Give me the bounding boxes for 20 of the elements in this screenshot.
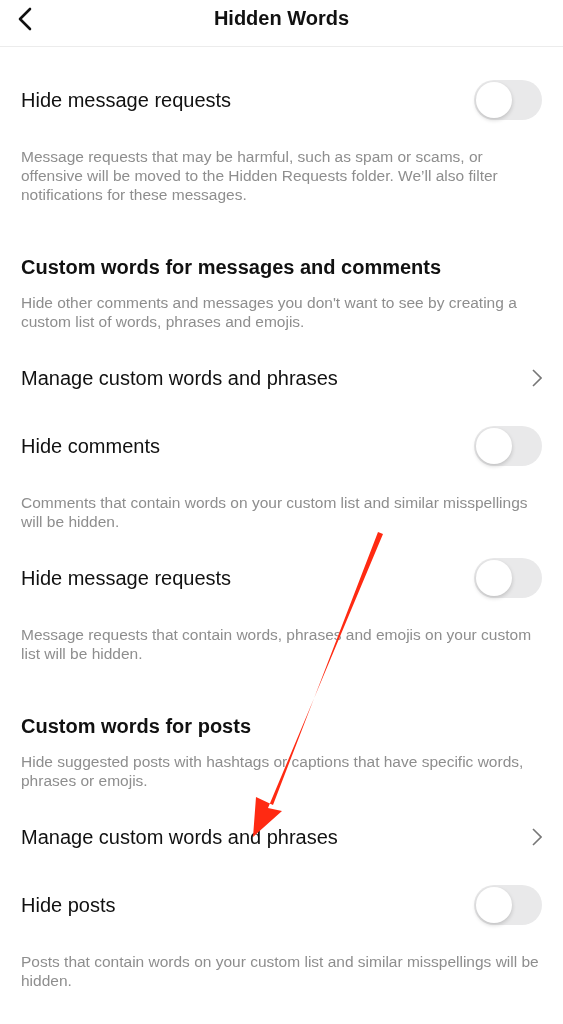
description-text: Hide other comments and messages you don't want to see by creating a custom list of words, phrases and emojis. <box>20 293 518 332</box>
setting-label: Hide comments <box>21 434 160 458</box>
chevron-right-icon <box>532 369 542 387</box>
toggle-switch[interactable] <box>474 885 542 925</box>
menu-link[interactable]: Manage custom words and phrases <box>0 803 563 871</box>
chevron-right-icon <box>532 828 542 846</box>
menu-link[interactable]: Manage custom words and phrases <box>0 344 563 412</box>
setting-label: Hide posts <box>21 893 116 917</box>
description-text: Message requests that may be harmful, such as spam or scams, or offensive will be moved to the Hidden Requests folder. We’ll also filter notifications for these messages. <box>20 147 499 205</box>
description-text: Posts that contain words on your custom list and similar misspellings will be hidden. <box>20 952 540 991</box>
setting-label: Hide message requests <box>21 88 232 112</box>
page-title: Hidden Words <box>213 6 350 30</box>
toggle-switch[interactable] <box>474 558 542 598</box>
toggle-switch[interactable] <box>474 426 542 466</box>
toggle-switch[interactable] <box>474 80 542 120</box>
section-heading: Custom words for messages and comments <box>20 255 443 280</box>
section-heading: Custom words for posts <box>20 714 252 739</box>
setting-label: Hide message requests <box>21 566 232 590</box>
description-text: Hide suggested posts with hashtags or captions that have specific words, phrases or emojis. <box>20 752 525 791</box>
description-text: Comments that contain words on your custom list and similar misspellings will be hidden. <box>20 493 529 532</box>
